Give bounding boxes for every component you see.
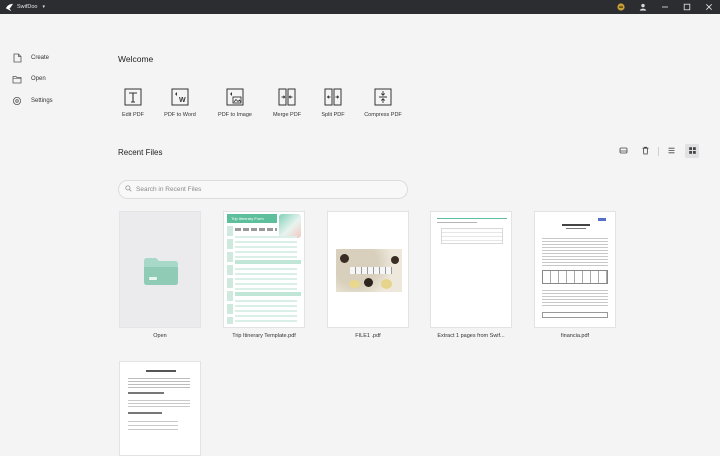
minimize-icon[interactable] — [654, 0, 676, 14]
folder-icon — [142, 256, 180, 288]
file-card-extract[interactable] — [430, 211, 512, 328]
thumbnail-photo-dice — [336, 249, 402, 292]
tool-label: PDF to Image — [218, 112, 252, 118]
thumbnail-text-document — [128, 370, 194, 450]
app-menu-caret-icon[interactable]: ▾ — [42, 4, 45, 10]
sidebar-item-open[interactable]: Open — [12, 73, 46, 85]
welcome-heading: Welcome — [118, 54, 154, 64]
pdf-to-word-button[interactable]: W PDF to Word — [152, 87, 208, 118]
sidebar-item-label: Open — [31, 76, 46, 82]
toolbar-divider — [658, 147, 659, 156]
thumbnail-extract-page — [435, 216, 509, 256]
sidebar: Create Open Settings — [0, 14, 100, 452]
delete-button[interactable] — [638, 144, 652, 158]
file-name: Extract 1 pages from Swif... — [437, 333, 505, 339]
close-icon[interactable] — [698, 0, 720, 14]
merge-pdf-icon — [277, 87, 297, 107]
file-card-file1[interactable] — [327, 211, 409, 328]
tool-label: PDF to Word — [164, 112, 196, 118]
file-card-trip-itinerary[interactable]: Trip Itinerary Form — [223, 211, 305, 328]
cloud-drive-icon — [619, 146, 628, 157]
trash-icon — [641, 146, 650, 157]
thumbnail-decoration — [279, 214, 301, 238]
sidebar-item-settings[interactable]: Settings — [12, 95, 53, 107]
file-name: Open — [153, 333, 167, 339]
premium-crown-icon[interactable] — [610, 0, 632, 14]
pdf-to-image-icon — [225, 87, 245, 107]
open-folder-icon — [12, 74, 22, 84]
edit-pdf-icon — [123, 87, 143, 107]
sidebar-item-create[interactable]: Create — [12, 52, 49, 64]
thumbnail-trip-itinerary: Trip Itinerary Form — [227, 214, 303, 326]
title-bar: SwifDoo ▾ — [0, 0, 720, 14]
gear-icon — [12, 96, 22, 106]
split-pdf-button[interactable]: Split PDF — [305, 87, 361, 118]
grid-view-icon — [688, 146, 697, 157]
grid-view-button[interactable] — [685, 144, 699, 158]
file-card-document[interactable] — [119, 361, 201, 456]
tool-label: Edit PDF — [121, 112, 144, 118]
open-file-card[interactable] — [119, 211, 201, 328]
file-name: financia.pdf — [560, 333, 590, 339]
compress-pdf-button[interactable]: Compress PDF — [355, 87, 411, 118]
pdf-to-image-button[interactable]: PDF to Image — [207, 87, 263, 118]
thumbnail-financial-form — [540, 218, 612, 322]
sidebar-item-label: Create — [31, 55, 50, 61]
create-file-icon — [12, 53, 22, 63]
split-pdf-icon — [323, 87, 343, 107]
search-input[interactable] — [136, 186, 386, 193]
recent-files-search — [118, 180, 408, 199]
app-title: SwifDoo — [17, 4, 38, 10]
recent-files-heading: Recent Files — [118, 148, 163, 157]
thumbnail-heading: Trip Itinerary Form — [231, 216, 264, 221]
file-name: Trip Itinerary Template.pdf — [232, 333, 296, 339]
swifdoo-logo-icon — [5, 3, 14, 12]
svg-text:W: W — [179, 97, 186, 104]
compress-pdf-icon — [373, 87, 393, 107]
list-view-icon — [667, 146, 676, 157]
file-name: FILE1 .pdf — [355, 333, 381, 339]
pdf-to-word-icon: W — [170, 87, 190, 107]
list-view-button[interactable] — [664, 144, 678, 158]
search-icon — [125, 185, 132, 194]
user-account-icon[interactable] — [632, 0, 654, 14]
tool-label: Compress PDF — [364, 112, 402, 118]
cloud-sync-button[interactable] — [616, 144, 630, 158]
tool-label: Merge PDF — [272, 112, 302, 118]
sidebar-item-label: Settings — [31, 98, 53, 104]
tool-label: Split PDF — [321, 112, 345, 118]
maximize-icon[interactable] — [676, 0, 698, 14]
file-card-financia[interactable] — [534, 211, 616, 328]
